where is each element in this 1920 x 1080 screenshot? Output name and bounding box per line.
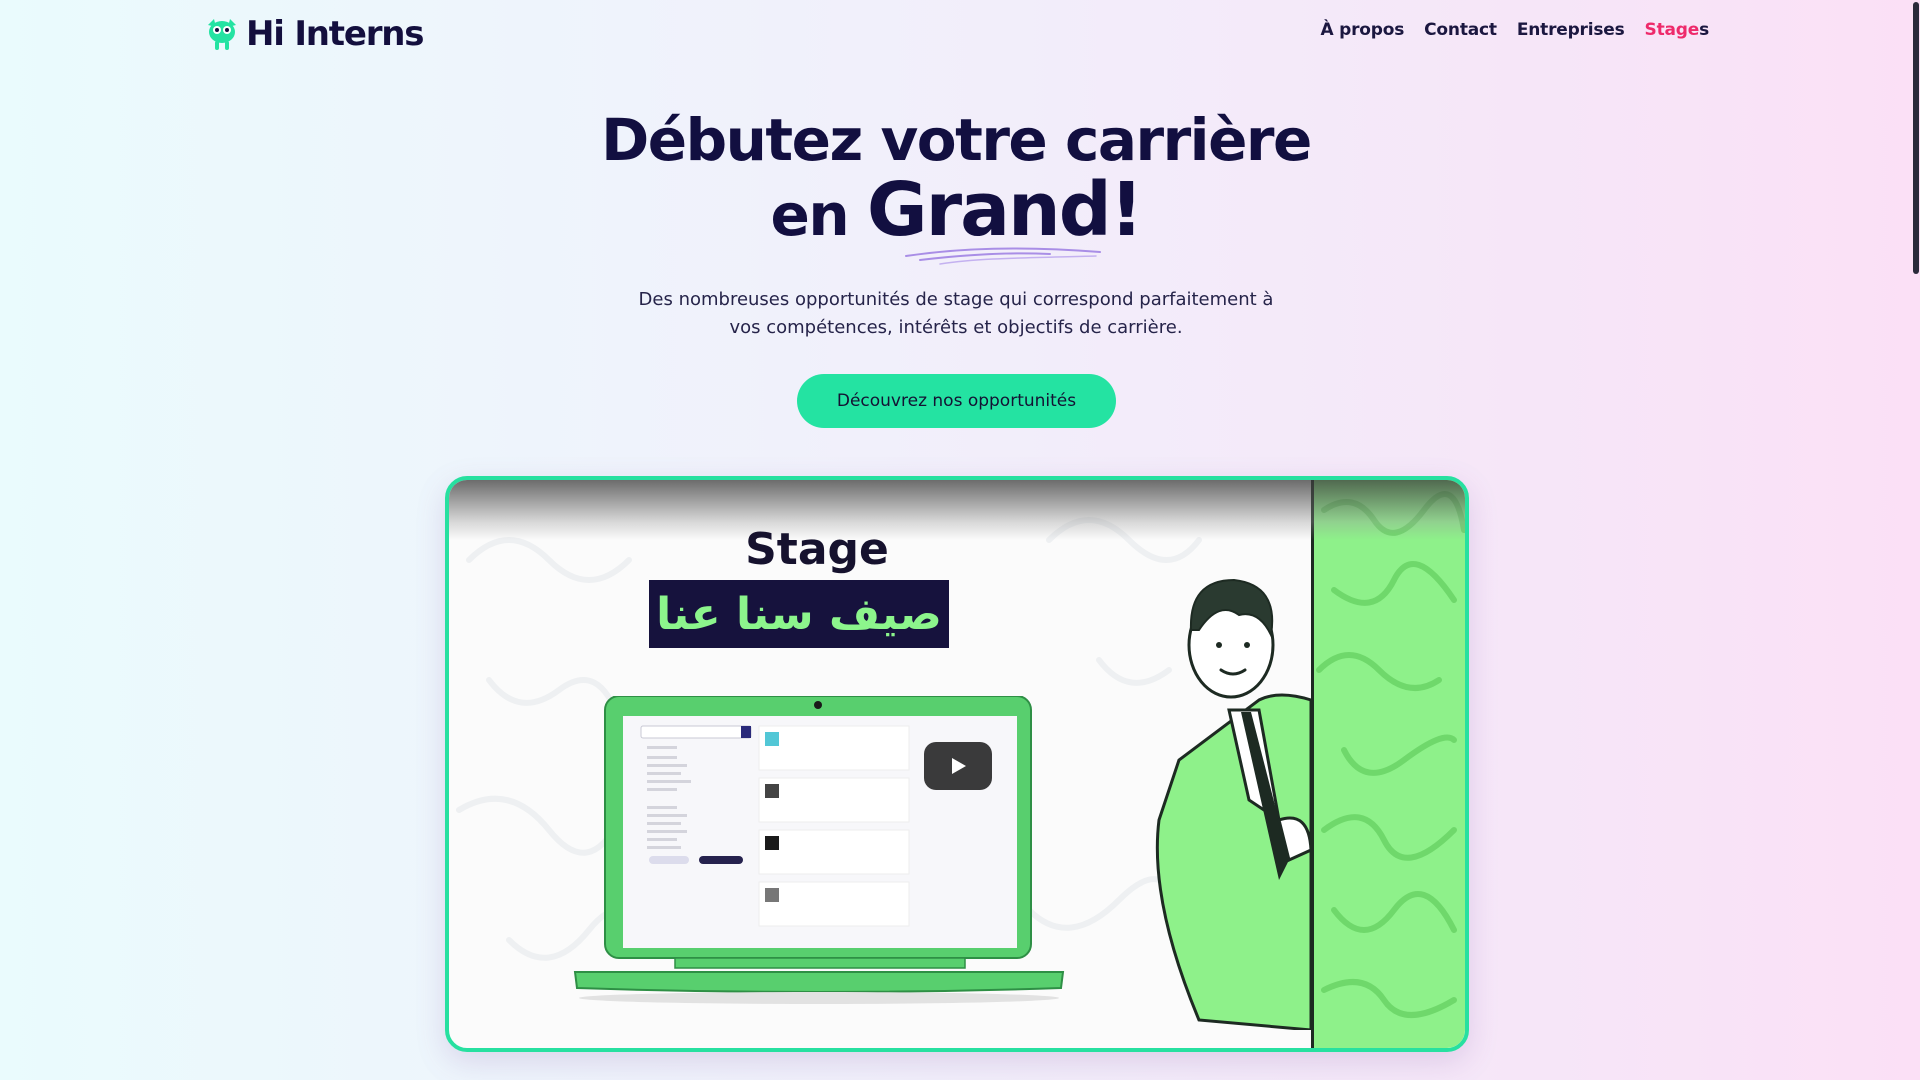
nav-link-stages-colored: Stage: [1644, 20, 1700, 40]
discover-opportunities-button[interactable]: Découvrez nos opportunités: [797, 374, 1116, 428]
nav-link-contact[interactable]: Contact: [1424, 20, 1497, 40]
hero-title-prefix: en: [770, 181, 867, 249]
businessman-illustration: [1155, 578, 1313, 1030]
brand-logo[interactable]: Hi Interns: [204, 14, 425, 54]
video-top-shade: [449, 480, 1465, 540]
brand-name: Hi Interns: [246, 14, 425, 54]
main-nav: À propos Contact Entreprises Stages: [1320, 20, 1709, 40]
scribble-underline: [905, 247, 1101, 265]
laptop-illustration: [573, 696, 1065, 1004]
nav-link-a-propos[interactable]: À propos: [1320, 20, 1404, 40]
play-icon: [952, 758, 966, 774]
nav-link-stages[interactable]: Stages: [1644, 20, 1710, 40]
play-button[interactable]: [924, 742, 992, 790]
nav-link-stages-tail: s: [1699, 20, 1709, 40]
video-arabic-title: صيف سنا عنا: [649, 580, 949, 648]
hero-subtitle: Des nombreuses opportunités de stage qui…: [0, 286, 1912, 342]
mascot-icon: [208, 19, 236, 50]
video-embed[interactable]: Stage صيف سنا عنا: [445, 476, 1469, 1052]
hero-subtitle-line1: Des nombreuses opportunités de stage qui…: [638, 289, 1274, 310]
page-scrollbar[interactable]: [1912, 0, 1920, 1080]
scrollbar-thumb[interactable]: [1913, 2, 1919, 274]
hero-title: Débutez votre carrière en Grand!: [0, 104, 1912, 249]
nav-link-entreprises[interactable]: Entreprises: [1517, 20, 1625, 40]
video-title: Stage: [745, 524, 889, 575]
site-header: Hi Interns À propos Contact Entreprises …: [0, 0, 1920, 64]
hero-title-line1: Débutez votre carrière: [601, 106, 1312, 174]
hero-title-line2: en Grand!: [0, 173, 1912, 249]
hero-subtitle-line2: vos compétences, intérêts et objectifs d…: [729, 317, 1183, 338]
